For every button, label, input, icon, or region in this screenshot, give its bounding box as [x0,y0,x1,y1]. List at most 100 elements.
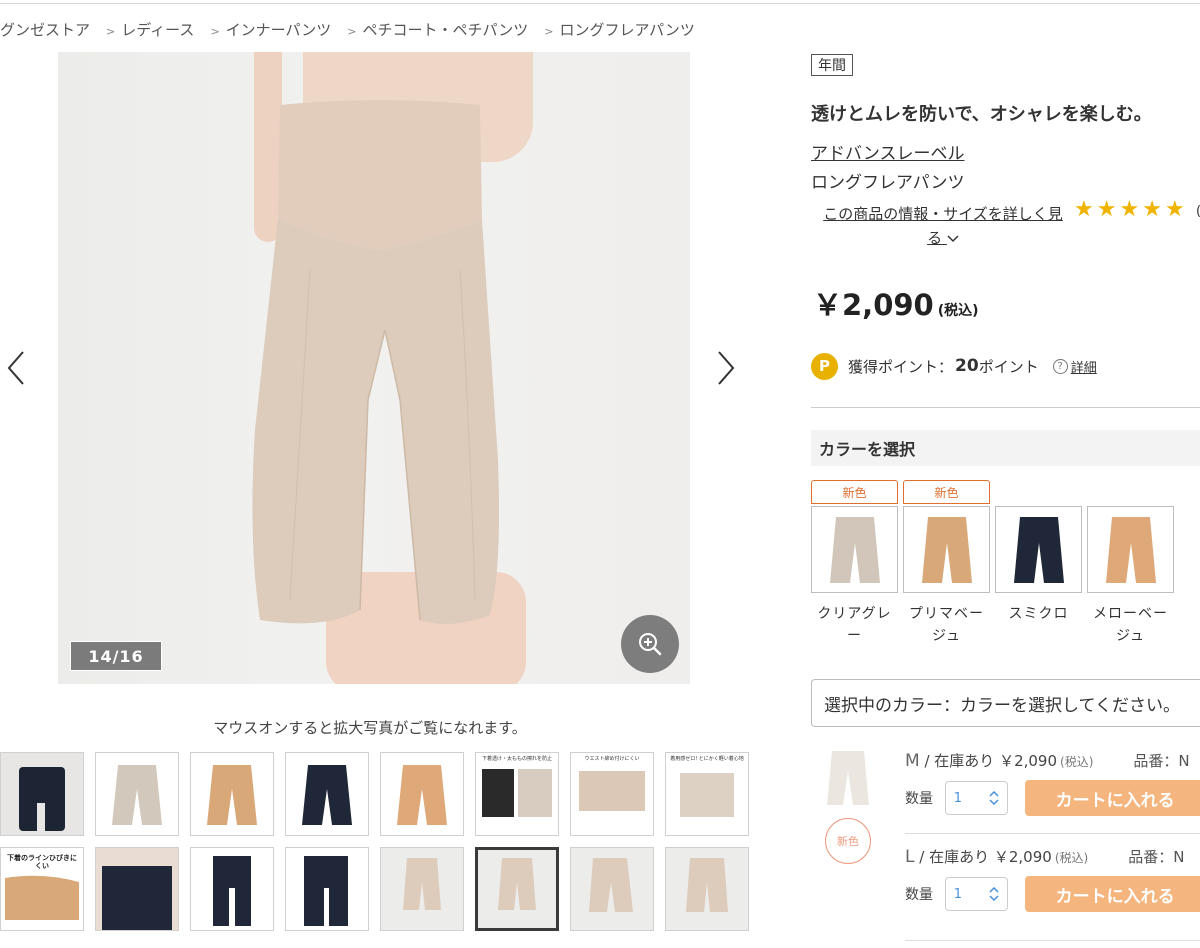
detail-link-text[interactable]: る [927,229,942,247]
add-to-cart-button[interactable]: カートに入れる [1025,876,1200,912]
next-image-button[interactable] [712,348,740,388]
thumbnail[interactable]: 着用感ゼロ! とにかく軽い着心地 [665,752,749,836]
zoom-hint-text: マウスオンすると拡大写真がご覧になれます。 [213,719,527,737]
swatch-label: クリアグレー [817,606,892,644]
qty-label: 数量 [905,791,933,807]
help-icon[interactable]: ? [1052,358,1068,374]
color-swatch-prima-beige[interactable]: 新色 プリマベージュ [903,480,990,647]
new-color-tag: 新色 [903,480,990,504]
thumbnail[interactable] [190,847,274,931]
thumbnail[interactable]: ウエスト締め付けにくい [570,752,654,836]
breadcrumb-separator: > [347,24,357,38]
swatch-image[interactable] [1087,506,1174,593]
swatch-label: メローベージュ [1093,606,1168,644]
catch-copy: 透けとムレを防いで、オシャレを楽しむ。 [811,104,1152,125]
color-swatch-sumikuro[interactable]: スミクロ [995,480,1082,647]
breadcrumb-item-petticoat[interactable]: ペチコート・ペチパンツ [362,19,528,40]
quantity-select[interactable]: 1 [944,781,1009,815]
swatch-image[interactable] [811,506,898,593]
breadcrumb-label[interactable]: ロングフレアパンツ [559,19,694,40]
breadcrumb: グンゼストア > レディース > インナーパンツ > ペチコート・ペチパンツ >… [0,18,695,40]
swatch-image[interactable] [903,506,990,593]
qty-label: 数量 [905,887,933,903]
points-icon: P [811,352,838,380]
breadcrumb-label[interactable]: レディース [121,19,194,40]
zoom-in-icon [639,633,662,656]
size-row-m: M / 在庫あり ￥2,090 (税込) 品番：N 数量 1 カートに入れる [905,750,1200,816]
top-border [0,3,1200,4]
color-swatches: 新色 クリアグレー 新色 プリマベージュ スミクロ メローベージュ [811,480,1174,647]
price-tax-label: (税込) [937,303,979,319]
add-to-cart-button[interactable]: カートに入れる [1025,780,1200,816]
breadcrumb-item-current[interactable]: ロングフレアパンツ [559,19,694,40]
swatch-image[interactable] [995,506,1082,593]
stock-status: 在庫あり [934,752,995,770]
star-icon: ★ [1119,197,1140,222]
chevron-right-icon [718,351,735,385]
quantity-value: 1 [953,790,963,806]
thumbnail[interactable] [570,847,654,931]
rating-count-cut: ( [1196,204,1200,219]
variant-tax: (税込) [1060,755,1094,769]
thumbnail[interactable] [665,847,749,931]
next-row-cut [905,940,1200,948]
thumbnail[interactable] [285,847,369,931]
size-info: L / 在庫あり ￥2,090 (税込) 品番：N [905,846,1200,867]
product-name: ロングフレアパンツ [811,173,965,193]
thumbnail[interactable] [380,847,464,931]
breadcrumb-item-ladies[interactable]: レディース [121,19,194,40]
thumbnail[interactable] [190,752,274,836]
points-detail-link[interactable]: 詳細 [1071,357,1097,376]
brand-link[interactable]: アドバンスレーベル [811,139,965,164]
points-value: 20 [955,356,979,376]
thumbnail[interactable]: 下着のラインひびきにくい [0,847,84,931]
breadcrumb-label[interactable]: グンゼストア [0,19,90,40]
prev-image-button[interactable] [2,348,30,388]
points-row: P 獲得ポイント： 20 ポイント ? 詳細 [811,351,1097,381]
size-label: M [905,751,920,771]
color-swatch-clear-gray[interactable]: 新色 クリアグレー [811,480,898,647]
variant-new-badge: 新色 [825,818,871,864]
stock-status: 在庫あり [929,848,990,866]
selected-color-status: 選択中のカラー：カラーを選択してください。 [811,679,1200,727]
thumbnail[interactable] [285,752,369,836]
color-swatch-mellow-beige[interactable]: メローベージュ [1087,480,1174,647]
thumbnail[interactable] [95,847,179,931]
variant-price: ￥2,090 [993,848,1052,866]
qty-line: 数量 1 カートに入れる [905,876,1200,912]
star-icon: ★ [1096,197,1117,222]
thumbnail[interactable] [95,752,179,836]
pants-illustration [252,100,499,624]
quantity-value: 1 [953,886,963,902]
variant-tax: (税込) [1054,851,1089,865]
star-icon: ★ [1074,197,1094,222]
breadcrumb-item-inner-pants[interactable]: インナーパンツ [226,19,332,40]
rating-stars[interactable]: ★ ★ ★ ★ ★ [1074,198,1185,222]
breadcrumb-label[interactable]: インナーパンツ [226,19,332,40]
thumbnail[interactable] [380,752,464,836]
thumbnail-selected[interactable] [475,847,559,931]
separator: / [914,848,930,866]
thumbnail[interactable]: 下着透け・太ももの擦れを防止 [475,752,559,836]
product-detail-link[interactable]: この商品の情報・サイズを詳しく見 る [812,202,1074,250]
star-icon: ★ [1142,197,1162,222]
breadcrumb-label[interactable]: ペチコート・ペチパンツ [362,19,528,40]
size-row-l: L / 在庫あり ￥2,090 (税込) 品番：N 数量 1 カートに入れる [905,846,1200,912]
breadcrumb-item-store[interactable]: グンゼストア [0,19,90,40]
points-unit: ポイント [978,357,1039,376]
product-code: 品番：N [1133,752,1190,770]
breadcrumb-separator: > [106,24,116,38]
swatch-label: スミクロ [1008,606,1069,622]
zoom-button[interactable] [621,615,679,673]
color-select-header: カラーを選択 [811,430,1200,466]
price: ￥2,090 (税込) [813,282,979,324]
price-value: ￥2,090 [813,288,934,322]
points-label: 獲得ポイント： [848,357,954,376]
chevron-left-icon [7,351,24,385]
variant-image [820,745,876,811]
detail-link-text[interactable]: この商品の情報・サイズを詳しく見 [823,205,1063,223]
swatch-label: プリマベージュ [909,606,984,644]
main-product-image[interactable]: 14/16 [58,52,690,684]
thumbnail[interactable] [0,752,84,836]
quantity-select[interactable]: 1 [944,877,1009,911]
